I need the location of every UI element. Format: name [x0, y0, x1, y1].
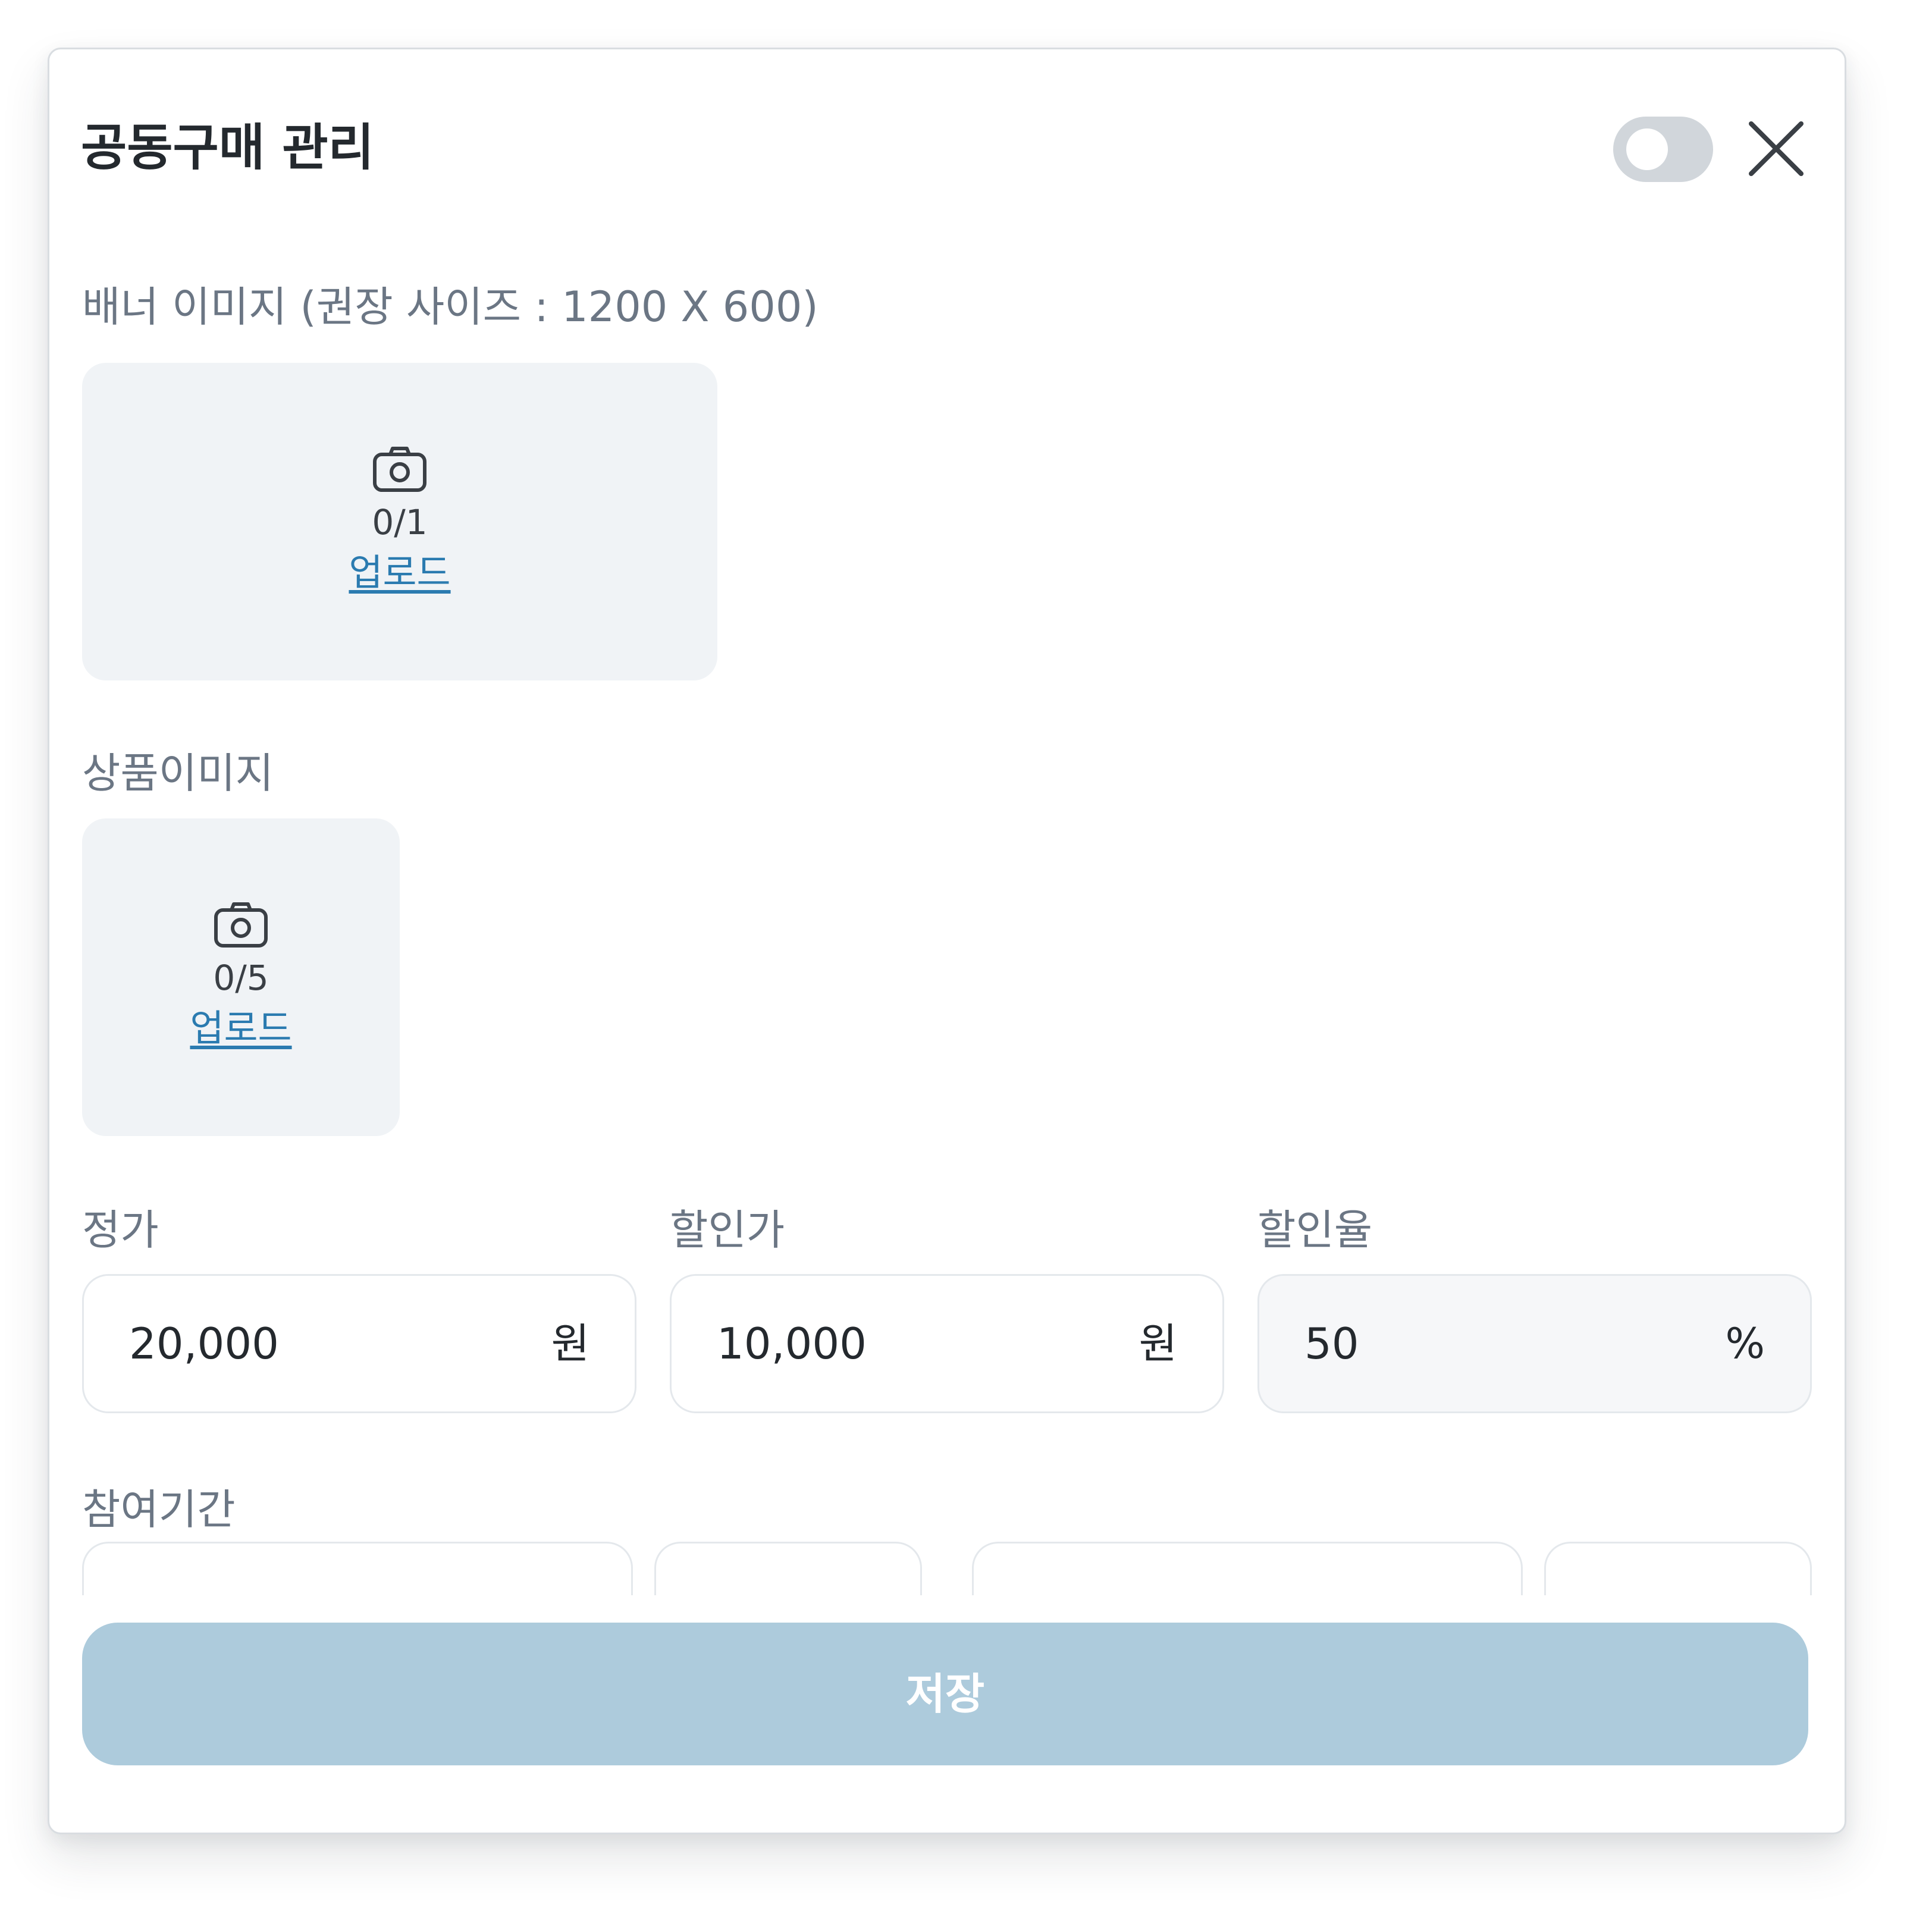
banner-image-count: 0/1 — [372, 502, 428, 542]
discount-rate-label: 할인율 — [1257, 1206, 1373, 1254]
product-image-label: 상품이미지 — [82, 749, 274, 798]
start-date-field[interactable] — [82, 1542, 633, 1595]
list-price-field[interactable]: 20,000 원 — [82, 1274, 636, 1413]
product-image-count: 0/5 — [213, 958, 269, 998]
period-label: 참여기간 — [82, 1485, 236, 1534]
banner-upload-link[interactable]: 업로드 — [82, 546, 717, 600]
end-date-field[interactable] — [972, 1542, 1523, 1595]
discount-rate-field: 50 % — [1257, 1274, 1812, 1413]
save-button[interactable]: 저장 — [82, 1623, 1808, 1765]
product-upload-link[interactable]: 업로드 — [82, 1002, 400, 1055]
active-toggle[interactable] — [1613, 117, 1713, 182]
banner-upload-area[interactable]: 0/1 업로드 — [82, 363, 717, 680]
close-button[interactable] — [1746, 119, 1806, 178]
sale-price-label: 할인가 — [670, 1206, 785, 1254]
sale-price-value: 10,000 — [717, 1319, 867, 1369]
modal-title: 공동구매 관리 — [81, 118, 374, 177]
end-time-field[interactable] — [1544, 1542, 1812, 1595]
close-icon — [1749, 121, 1804, 176]
camera-icon — [214, 902, 268, 948]
discount-rate-value: 50 — [1304, 1319, 1359, 1369]
sale-price-field[interactable]: 10,000 원 — [670, 1274, 1224, 1413]
toggle-knob — [1626, 128, 1668, 170]
discount-rate-unit: % — [1725, 1319, 1765, 1368]
list-price-unit: 원 — [551, 1319, 589, 1368]
start-time-field[interactable] — [654, 1542, 922, 1595]
list-price-value: 20,000 — [129, 1319, 279, 1369]
sale-price-unit: 원 — [1138, 1319, 1177, 1368]
list-price-label: 정가 — [82, 1206, 159, 1254]
product-upload-area[interactable]: 0/5 업로드 — [82, 818, 400, 1136]
banner-image-label: 배너 이미지 (권장 사이즈 : 1200 X 600) — [82, 283, 818, 331]
camera-icon — [373, 447, 426, 492]
